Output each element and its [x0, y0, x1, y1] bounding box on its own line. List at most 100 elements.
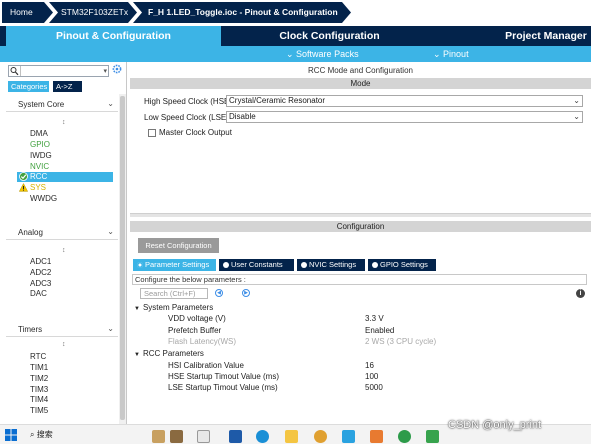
tab-pinout-configuration[interactable]: Pinout & Configuration	[6, 26, 221, 46]
list-item-rtc[interactable]: RTC	[30, 352, 46, 362]
group-system-parameters[interactable]: ▼ System Parameters	[134, 303, 213, 312]
param-value[interactable]: 5000	[365, 383, 383, 392]
hse-label: High Speed Clock (HSE)	[144, 97, 233, 106]
search-next-icon[interactable]: ▶	[242, 289, 250, 297]
configuration-header: Configuration	[130, 221, 591, 232]
mco-label: Master Clock Output	[159, 128, 232, 137]
search-dropdown[interactable]: ▾	[20, 66, 109, 76]
app-icon[interactable]	[398, 430, 411, 443]
list-item-label: RCC	[30, 172, 48, 181]
taskbar-search-label: 搜索	[36, 430, 53, 439]
lse-select[interactable]: Disable ⌄	[226, 111, 583, 123]
status-dot-icon	[372, 262, 378, 268]
tab-nvic-settings[interactable]: NVIC Settings	[297, 259, 365, 271]
app-icon[interactable]	[314, 430, 327, 443]
list-item-dac[interactable]: DAC	[30, 289, 47, 299]
edge-browser-icon[interactable]	[256, 430, 269, 443]
reset-configuration-button[interactable]: Reset Configuration	[138, 238, 219, 253]
mco-checkbox[interactable]	[148, 129, 156, 137]
list-item-dma[interactable]: DMA	[30, 129, 48, 139]
search-icon: ⌕	[30, 430, 37, 439]
list-item-label: SYS	[30, 183, 47, 192]
list-item-tim3[interactable]: TIM3	[30, 385, 48, 395]
list-item-gpio[interactable]: GPIO	[30, 140, 50, 150]
tab-user-constants[interactable]: User Constants	[219, 259, 294, 271]
config-description: Configure the below parameters :	[132, 274, 587, 285]
list-item-iwdg[interactable]: IWDG	[30, 151, 52, 161]
param-name: VDD voltage (V)	[168, 314, 226, 323]
sort-icon[interactable]: ↕	[62, 341, 66, 348]
warning-icon	[19, 183, 28, 192]
section-analog[interactable]: Analog ⌄	[6, 226, 118, 240]
category-search[interactable]: ▾	[8, 65, 109, 77]
group-rcc-parameters[interactable]: ▼ RCC Parameters	[134, 349, 204, 358]
chevron-down-icon: ⌄	[286, 49, 297, 59]
section-title: Timers	[18, 325, 43, 334]
search-icon	[10, 67, 19, 76]
scrollbar-thumb[interactable]	[120, 96, 125, 420]
category-panel: ▾ Categories A->Z System Core ⌄ ↕ DMA GP…	[6, 62, 127, 424]
list-item-rcc[interactable]: RCC	[17, 172, 113, 182]
app-icon[interactable]	[197, 430, 210, 443]
app-icon[interactable]	[229, 430, 242, 443]
breadcrumb-device[interactable]: STM32F103ZETx	[49, 2, 137, 23]
gear-icon[interactable]	[112, 64, 122, 74]
list-item-adc2[interactable]: ADC2	[30, 268, 51, 278]
section-timers[interactable]: Timers ⌄	[6, 323, 118, 337]
param-value[interactable]: 100	[365, 372, 378, 381]
list-item-adc3[interactable]: ADC3	[30, 279, 51, 289]
watermark: CSDN @only_print	[448, 419, 542, 431]
list-item-tim5[interactable]: TIM5	[30, 406, 48, 416]
lse-label: Low Speed Clock (LSE)	[144, 113, 229, 122]
panel-title: RCC Mode and Configuration	[308, 66, 413, 75]
info-icon[interactable]: i	[576, 289, 585, 298]
section-title: Analog	[18, 228, 43, 237]
breadcrumb-project[interactable]: F_H 1.LED_Toggle.ioc - Pinout & Configur…	[133, 2, 351, 23]
list-item-wwdg[interactable]: WWDG	[30, 194, 57, 204]
panel-splitter[interactable]	[130, 213, 591, 217]
status-dot-icon	[137, 262, 143, 268]
list-item-nvic[interactable]: NVIC	[30, 162, 49, 172]
windows-start-icon[interactable]	[5, 429, 17, 441]
tab-project-manager[interactable]: Project Manager	[466, 26, 591, 46]
parameter-search-input[interactable]: Search (Ctrl+F)	[140, 288, 208, 299]
tab-parameter-settings[interactable]: Parameter Settings	[133, 259, 216, 271]
app-icon[interactable]	[370, 430, 383, 443]
sort-icon[interactable]: ↕	[62, 119, 66, 126]
param-name: HSE Startup Timout Value (ms)	[168, 372, 279, 381]
list-item-sys[interactable]: SYS	[17, 183, 46, 193]
tab-a-z[interactable]: A->Z	[53, 81, 82, 92]
chevron-down-icon: ⌄	[573, 96, 580, 105]
list-item-tim1[interactable]: TIM1	[30, 363, 48, 373]
list-item-tim2[interactable]: TIM2	[30, 374, 48, 384]
hse-select[interactable]: Crystal/Ceramic Resonator ⌄	[226, 95, 583, 107]
taskbar-search[interactable]: ⌕ 搜索	[30, 429, 53, 440]
param-value[interactable]: 3.3 V	[365, 314, 384, 323]
pinout-menu[interactable]: ⌄ Pinout	[433, 46, 469, 62]
tab-clock-configuration[interactable]: Clock Configuration	[222, 26, 437, 46]
config-tabs: Parameter Settings User Constants NVIC S…	[133, 259, 436, 271]
breadcrumb-home[interactable]: Home	[2, 2, 53, 23]
param-value[interactable]: 16	[365, 361, 374, 370]
category-scrollbar[interactable]	[119, 94, 126, 424]
param-value[interactable]: Enabled	[365, 326, 394, 335]
list-item-adc1[interactable]: ADC1	[30, 257, 51, 267]
search-prev-icon[interactable]: ◀	[215, 289, 223, 297]
app-icon[interactable]	[426, 430, 439, 443]
tab-categories[interactable]: Categories	[8, 81, 49, 92]
tab-label: Parameter Settings	[145, 260, 210, 269]
tab-label: User Constants	[231, 260, 283, 269]
chevron-down-icon: ⌄	[573, 112, 580, 121]
app-icon[interactable]	[342, 430, 355, 443]
folder-icon[interactable]	[285, 430, 298, 443]
sort-icon[interactable]: ↕	[62, 247, 66, 254]
check-icon	[19, 172, 28, 181]
app-icon[interactable]	[152, 430, 165, 443]
list-item-tim4[interactable]: TIM4	[30, 395, 48, 405]
app-icon[interactable]	[170, 430, 183, 443]
tab-gpio-settings[interactable]: GPIO Settings	[368, 259, 436, 271]
tab-label: NVIC Settings	[309, 260, 357, 269]
software-packs-menu[interactable]: ⌄ Software Packs	[286, 46, 359, 62]
section-system-core[interactable]: System Core ⌄	[6, 98, 118, 112]
hse-value: Crystal/Ceramic Resonator	[229, 96, 326, 105]
